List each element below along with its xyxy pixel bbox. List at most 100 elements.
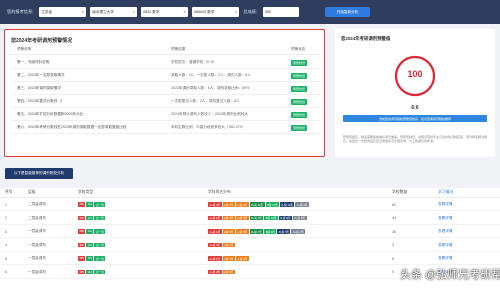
chevron-down-icon: ▼ [81, 10, 85, 14]
table-row: 第三，2023年调剂录取情况 2023年调剂录取人数：8人，调剂录取比例：80%… [11, 83, 320, 95]
rank-distribution: A+级 1所 A级 3所 A-级 5所 B+级 7所 B级 9所 B-级 7所 C+级 4所 [208, 229, 386, 234]
recommend-button[interactable]: 以下是智能推荐的调剂院校分析 [5, 168, 73, 179]
school-type-tag: 211 [86, 242, 94, 248]
row-index: 1 [5, 202, 7, 207]
rank-chip: A级 5所 [222, 202, 235, 207]
detail-link[interactable]: 查看详情 [438, 243, 500, 248]
gauge-panel: 您2024年考研调剂预警值 100 6:6 当前您的调剂院校预警值较高，建议查看… [335, 29, 495, 157]
rank-chip: A-级 5所 [235, 229, 249, 234]
school-type-tag: 211 [86, 202, 94, 207]
gauge-title: 您2024年考研调剂预警值 [341, 36, 391, 41]
school-type-tags: 985 211 双一流 [78, 269, 208, 275]
rank-distribution: A+级 1所 A级 2所 A-级 3所 [208, 256, 386, 261]
row-level: 一层级调剂 [28, 229, 46, 233]
rank-chip: A-级 9所 [235, 202, 249, 207]
rank-chip: C+级 4所 [291, 229, 306, 234]
table-row: 第二，2023年一志愿录取情况 录取人数：10，一志愿人数：2人，调剂人数：8人… [11, 70, 320, 82]
row-level: 二层级调剂 [28, 215, 46, 220]
rank-chip: A+级 1所 [208, 256, 222, 261]
school-count: 3 [392, 243, 394, 247]
school-type-tags: 985 211 双一流 [78, 256, 208, 261]
column-header: 学校数量 [392, 190, 408, 194]
table-row: 4 一层级调剂 985 211 双一流 A+级 1所 A级 2所 3 查看详情 [0, 240, 500, 252]
table-row: 3 一层级调剂 985 211 双一流 A+级 1所 A级 3所 A-级 5所 B+级 7所 B级… [0, 226, 500, 238]
school-count: 62 [392, 202, 396, 207]
detail-link[interactable]: 查看详情 [438, 229, 500, 234]
major-name-select[interactable]: 085000 数学 ▼ [192, 7, 240, 17]
school-type-tag: 985 [78, 229, 86, 234]
school-type-tag: 211 [86, 269, 94, 275]
school-type-tag: 985 [78, 215, 86, 221]
rank-chip: A级 3所 [222, 229, 235, 234]
row-index: 5 [5, 256, 7, 261]
row-index: 6 [5, 270, 7, 274]
status-badge: 预警较低 [291, 59, 308, 66]
gauge-ratio: 6:6 [411, 105, 419, 111]
gauge-score: 100 [407, 69, 423, 79]
rank-chip: C+级 6所 [292, 215, 307, 221]
table-row: 第一，书面材料说明 学校层次：普通学校（0~5） 预警较低 [11, 57, 320, 69]
row-index: 2 [5, 216, 7, 220]
rank-chip: A+级 3所 [208, 202, 222, 207]
table-row: 2 二层级调剂 985 211 双一流 A+级 2所 A级 4所 A-级 6所 B+级 8所 B级… [0, 213, 500, 225]
school-type-tag: 211 [86, 256, 94, 261]
filter-bar: 您的报考信息: 江苏省 ▼ 南京理工大学 ▼ 0832 数学 ▼ 085000 数学 ▼… [0, 0, 500, 24]
rank-chip: A级 2所 [222, 256, 235, 261]
detail-link[interactable]: 查看详情 [438, 202, 500, 207]
recommend-table-header: 序号 层级 学校类型 学科排名分布 学校数量 学习情况 [0, 188, 500, 198]
school-type-tag: 985 [78, 269, 86, 275]
school-type-tags: 985 211 双一流 [78, 242, 208, 248]
status-badge: 预警较低 [291, 85, 308, 92]
rank-chip: C+级 9所 [295, 202, 309, 207]
column-header: 序号 [5, 190, 13, 194]
chevron-down-icon: ▼ [183, 10, 187, 14]
rank-chip: B+级 11所 [249, 202, 265, 207]
row-index: 4 [5, 243, 7, 247]
analyze-button[interactable]: 开始智能分析 [325, 7, 371, 17]
school-count: 36 [392, 229, 396, 234]
rank-chip: A-级 6所 [235, 215, 249, 221]
row-level: 一层级调剂 [28, 256, 46, 260]
table-row: 第四，2023年复试分数线（） 一志愿复试人数：2人，调剂复试人数：8人 预警较… [11, 96, 320, 108]
rank-chip: A-级 3所 [235, 256, 249, 261]
rank-chip: B-级 8所 [278, 215, 292, 221]
school-type-tag: 双一流 [94, 269, 106, 275]
prediction-title: 您2024年考研调剂预警情况 [11, 38, 73, 44]
rank-chip: B级 9所 [264, 229, 277, 234]
rank-distribution: A+级 3所 A级 5所 A-级 9所 B+级 11所 B级 14所 B-级 11所 C+级… [208, 202, 386, 207]
rank-chip: B-级 7所 [277, 229, 291, 234]
table-row: 第六，2024年考研分数线在2023年调剂录取数据一志愿录取差距比较 本科生群比… [11, 122, 320, 134]
row-index: 3 [5, 229, 7, 234]
province-select[interactable]: 江苏省 ▼ [39, 7, 87, 17]
rank-chip: A+级 2所 [208, 269, 222, 275]
column-header: 层级 [28, 190, 36, 194]
school-type-tag: 211 [86, 229, 94, 234]
rank-distribution: A+级 2所 A级 3所 [208, 269, 386, 275]
column-header: 学习情况 [438, 190, 454, 194]
status-badge: 预警较低 [291, 111, 308, 118]
school-type-tag: 985 [78, 242, 86, 248]
detail-link[interactable]: 查看详情 [438, 256, 500, 261]
watermark: 头条 @弘师兄考研帮 [400, 269, 500, 281]
school-type-tag: 211 [86, 215, 94, 221]
score-input[interactable]: 350 [263, 7, 300, 17]
rank-chip: A级 4所 [222, 215, 235, 221]
detail-link[interactable]: 查看详情 [438, 216, 500, 221]
prediction-panel: 您2024年考研调剂预警情况 预警说明 预警结果 预警状态 第一，书面材料说明 … [4, 29, 325, 157]
table-row: 1 二层级调剂 985 211 双一流 A+级 3所 A级 5所 A-级 9所 B+级 11所 B… [0, 199, 500, 211]
school-type-tags: 985 211 双一流 [78, 229, 208, 234]
rank-chip: B+级 8所 [249, 215, 264, 221]
major-code-select[interactable]: 0832 数学 ▼ [141, 7, 189, 17]
chevron-down-icon: ▼ [132, 10, 136, 14]
filter-label: 您的报考信息: [7, 9, 34, 14]
row-level: 一层级调剂 [28, 269, 46, 274]
column-header: 预警说明 [17, 47, 32, 51]
rank-chip: A+级 2所 [208, 215, 222, 221]
table-row: 5 一层级调剂 985 211 双一流 A+级 1所 A级 2所 A-级 3所 6 查看详情 [0, 253, 500, 265]
school-type-tags: 985 211 双一流 [78, 215, 208, 221]
view-recommend-bar[interactable]: 当前您的调剂院校预警值较高，建议查看调剂院校推荐 [343, 115, 487, 122]
rank-distribution: A+级 2所 A级 4所 A-级 6所 B+级 8所 B级 10所 B-级 8所 C+级 6… [208, 215, 386, 221]
prediction-table-header: 预警说明 预警结果 预警状态 [11, 47, 320, 55]
school-type-tag: 双一流 [94, 202, 106, 207]
school-select[interactable]: 南京理工大学 ▼ [90, 7, 138, 17]
